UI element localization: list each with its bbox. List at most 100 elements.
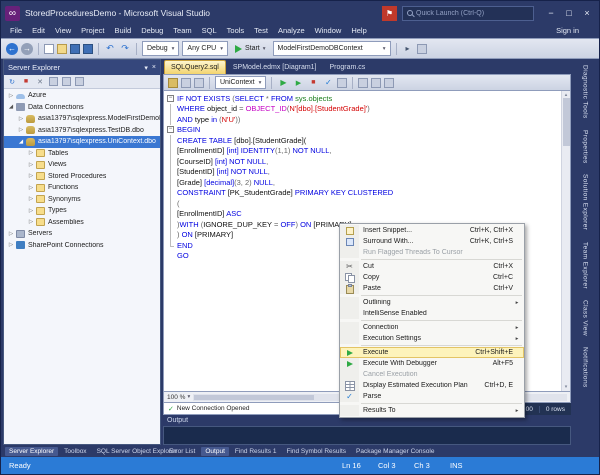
scrollbar-thumb[interactable] bbox=[563, 98, 570, 146]
context-menu-item-cancel-execution[interactable]: Cancel Execution bbox=[340, 369, 524, 380]
context-menu-item-parse[interactable]: ✓Parse bbox=[340, 391, 524, 402]
notifications-flag-icon[interactable]: ⚑ bbox=[382, 6, 397, 21]
side-tab-properties[interactable]: Properties bbox=[582, 130, 589, 164]
outline-margin[interactable] bbox=[164, 104, 177, 115]
expander-icon[interactable]: ▷ bbox=[17, 116, 25, 122]
show-estimated-plan-icon[interactable] bbox=[337, 78, 347, 88]
bottom-tab-find-results-1[interactable]: Find Results 1 bbox=[231, 447, 281, 456]
outline-margin[interactable] bbox=[164, 209, 177, 220]
context-menu-item-copy[interactable]: CopyCtrl+C bbox=[340, 272, 524, 283]
context-menu-item-intellisense-enabled[interactable]: IntelliSense Enabled bbox=[340, 308, 524, 319]
tree-item-assemblies[interactable]: ▷Assemblies bbox=[4, 217, 160, 229]
redo-icon[interactable]: ↷ bbox=[119, 43, 131, 55]
outline-margin[interactable] bbox=[164, 251, 177, 262]
attach-to-process-icon[interactable]: ▸ bbox=[402, 43, 414, 55]
outline-margin[interactable] bbox=[164, 135, 177, 146]
menu-file[interactable]: File bbox=[5, 24, 27, 37]
side-tab-team-explorer[interactable]: Team Explorer bbox=[582, 242, 589, 289]
expander-icon[interactable]: ▷ bbox=[27, 150, 35, 156]
outline-margin[interactable] bbox=[164, 219, 177, 230]
bottom-tab-output[interactable]: Output bbox=[201, 447, 229, 456]
code-line[interactable]: [CourseID] [int] NOT NULL, bbox=[164, 156, 561, 167]
debug-configuration-dropdown[interactable]: Debug▾ bbox=[142, 41, 179, 56]
start-debug-button[interactable]: Start▾ bbox=[231, 41, 270, 56]
disconnect-database-icon[interactable] bbox=[181, 78, 191, 88]
outline-margin[interactable] bbox=[164, 177, 177, 188]
menu-sql[interactable]: SQL bbox=[197, 24, 222, 37]
code-line[interactable]: AND type in (N'U')) bbox=[164, 114, 561, 125]
cancel-query-icon[interactable]: ■ bbox=[307, 77, 319, 89]
expander-icon[interactable]: ▷ bbox=[17, 127, 25, 133]
quick-launch[interactable] bbox=[402, 6, 534, 21]
expander-icon[interactable]: ▷ bbox=[7, 231, 15, 237]
outline-margin[interactable] bbox=[164, 240, 177, 251]
db-context-dropdown[interactable]: ModelFirstDemoDBContext▾ bbox=[273, 41, 391, 56]
outline-margin[interactable]: − bbox=[164, 125, 177, 136]
save-all-icon[interactable] bbox=[83, 44, 93, 54]
code-line[interactable]: ( bbox=[164, 198, 561, 209]
tree-item-asia13797-sqlexpress-modelfirstd[interactable]: ▷asia13797\sqlexpress.ModelFirstDemoDB.d… bbox=[4, 113, 160, 125]
context-menu-item-execution-settings[interactable]: Execution Settings▸ bbox=[340, 333, 524, 344]
side-tab-solution-explorer[interactable]: Solution Explorer bbox=[582, 174, 589, 230]
scrollbar-thumb[interactable] bbox=[194, 395, 314, 400]
filter-icon[interactable] bbox=[75, 77, 84, 86]
query-options-icon[interactable] bbox=[384, 78, 394, 88]
code-line[interactable]: −IF NOT EXISTS (SELECT * FROM sys.object… bbox=[164, 93, 561, 104]
tree-item-functions[interactable]: ▷Functions bbox=[4, 182, 160, 194]
context-menu-item-cut[interactable]: ✂CutCtrl+X bbox=[340, 261, 524, 272]
back-arrow-icon[interactable]: ← bbox=[6, 43, 18, 55]
outline-margin[interactable] bbox=[164, 230, 177, 241]
tree-item-servers[interactable]: ▷Servers bbox=[4, 228, 160, 240]
outline-margin[interactable] bbox=[164, 188, 177, 199]
add-connection-icon[interactable] bbox=[49, 77, 58, 86]
stop-refresh-icon[interactable]: ■ bbox=[21, 77, 31, 87]
code-line[interactable]: CREATE TABLE [dbo].[StudentGrade]( bbox=[164, 135, 561, 146]
platform-dropdown[interactable]: Any CPU▾ bbox=[182, 41, 228, 56]
menu-project[interactable]: Project bbox=[76, 24, 109, 37]
open-file-icon[interactable] bbox=[57, 44, 67, 54]
zoom-dropdown[interactable]: 100 %▾ bbox=[167, 394, 190, 401]
context-menu-item-insert-snippet[interactable]: Insert Snippet...Ctrl+K, Ctrl+X bbox=[340, 225, 524, 236]
database-dropdown[interactable]: UniContext▾ bbox=[215, 76, 266, 89]
context-menu-item-surround-with[interactable]: Surround With...Ctrl+K, Ctrl+S bbox=[340, 236, 524, 247]
context-menu-item-execute[interactable]: ExecuteCtrl+Shift+E bbox=[340, 347, 524, 358]
window-position-icon[interactable]: ▾ bbox=[144, 64, 148, 72]
outline-margin[interactable] bbox=[164, 114, 177, 125]
connect-database-icon[interactable] bbox=[168, 78, 178, 88]
context-menu-item-execute-with-debugger[interactable]: Execute With DebuggerAlt+F5 bbox=[340, 358, 524, 369]
side-tab-notifications[interactable]: Notifications bbox=[582, 347, 589, 388]
code-line[interactable]: [EnrollmentID] [int] IDENTITY(1,1) NOT N… bbox=[164, 146, 561, 157]
tree-item-asia13797-sqlexpress-testdb-dbo[interactable]: ▷asia13797\sqlexpress.TestDB.dbo bbox=[4, 125, 160, 137]
outline-margin[interactable] bbox=[164, 198, 177, 209]
context-menu-item-outlining[interactable]: Outlining▸ bbox=[340, 297, 524, 308]
menu-window[interactable]: Window bbox=[310, 24, 347, 37]
scroll-down-icon[interactable]: ▾ bbox=[565, 384, 568, 390]
vertical-scrollbar[interactable]: ▴▾ bbox=[561, 91, 570, 391]
expander-icon[interactable]: ▷ bbox=[27, 196, 35, 202]
sign-in-link[interactable]: Sign in bbox=[556, 26, 595, 35]
expander-icon[interactable]: ▷ bbox=[27, 208, 35, 214]
code-line[interactable]: [Grade] [decimal](3, 2) NULL, bbox=[164, 177, 561, 188]
connect-to-server-icon[interactable] bbox=[62, 77, 71, 86]
side-tab-diagnostic-tools[interactable]: Diagnostic Tools bbox=[582, 65, 589, 119]
document-tab-program-cs[interactable]: Program.cs bbox=[324, 60, 372, 74]
menu-view[interactable]: View bbox=[50, 24, 76, 37]
tree-item-asia13797-sqlexpress-unicontext-[interactable]: ◢asia13797\sqlexpress.UniContext.dbo bbox=[4, 136, 160, 148]
menu-test[interactable]: Test bbox=[249, 24, 273, 37]
code-line[interactable]: −BEGIN bbox=[164, 125, 561, 136]
close-button[interactable]: × bbox=[579, 6, 595, 21]
undo-icon[interactable]: ↶ bbox=[104, 43, 116, 55]
quick-launch-input[interactable] bbox=[416, 10, 529, 17]
outline-margin[interactable] bbox=[164, 167, 177, 178]
menu-team[interactable]: Team bbox=[168, 24, 196, 37]
expander-icon[interactable]: ◢ bbox=[17, 139, 25, 145]
code-line[interactable]: [EnrollmentID] ASC bbox=[164, 209, 561, 220]
context-menu-item-display-estimated-execution-plan[interactable]: Display Estimated Execution PlanCtrl+D, … bbox=[340, 380, 524, 391]
expander-icon[interactable]: ▷ bbox=[27, 173, 35, 179]
tree-item-data-connections[interactable]: ◢Data Connections bbox=[4, 102, 160, 114]
expander-icon[interactable]: ▷ bbox=[27, 162, 35, 168]
menu-edit[interactable]: Edit bbox=[27, 24, 50, 37]
document-tab-spmodel-edmx-diagram1[interactable]: SPModel.edmx [Diagram1] bbox=[227, 60, 323, 74]
menu-analyze[interactable]: Analyze bbox=[273, 24, 310, 37]
outline-margin[interactable] bbox=[164, 156, 177, 167]
